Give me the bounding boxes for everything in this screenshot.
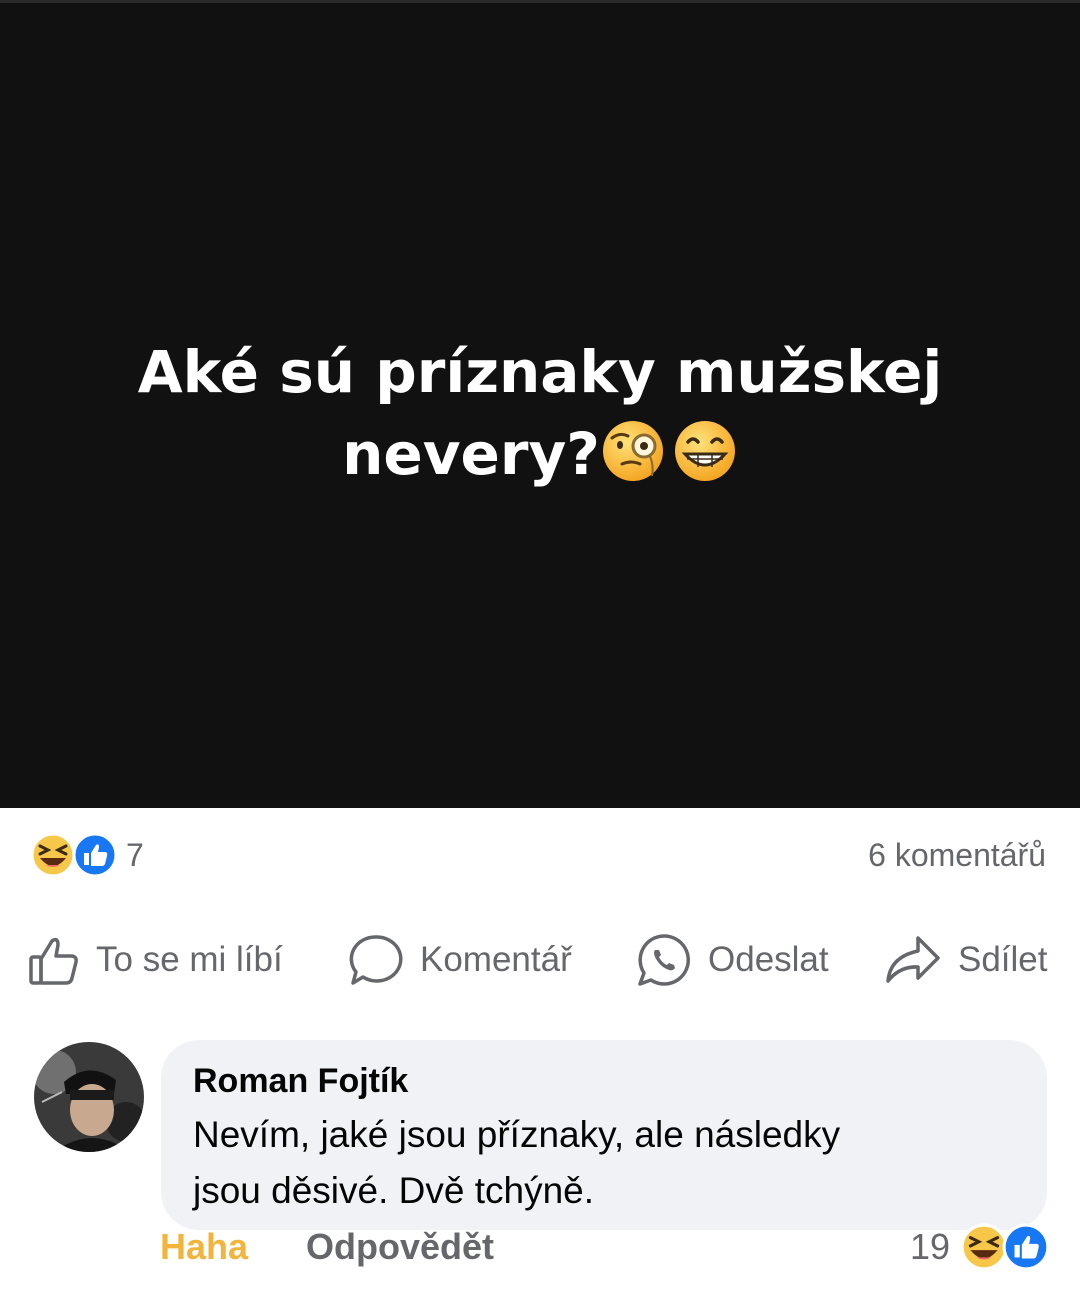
like-button-label: To se mi líbí (96, 940, 283, 979)
post-image[interactable]: Aké sú príznaky mužskej nevery? (0, 0, 1080, 808)
like-icon (1002, 1223, 1050, 1271)
comment-text: Nevím, jaké jsou příznaky, ale následky … (193, 1107, 1015, 1219)
haha-icon (960, 1223, 1008, 1271)
reactions-bar: 7 6 komentářů (30, 832, 1046, 878)
whatsapp-icon (638, 934, 690, 986)
like-button[interactable]: To se mi líbí (28, 930, 283, 990)
face-with-monocle-icon (602, 421, 663, 481)
share-button[interactable]: Sdílet (884, 930, 1048, 990)
haha-icon (30, 832, 76, 878)
grinning-face-icon (674, 421, 735, 481)
reply-button[interactable]: Odpovědět (306, 1226, 494, 1268)
comment-text-line2: jsou děsivé. Dvě tchýně. (193, 1170, 595, 1211)
speech-bubble-icon (349, 935, 403, 985)
reaction-count: 7 (126, 836, 144, 873)
post-reactions[interactable]: 7 (30, 832, 144, 878)
comment-button[interactable]: Komentář (348, 930, 572, 990)
post-text-line1: Aké sú príznaky mužskej (137, 338, 943, 406)
share-arrow-icon (886, 936, 940, 983)
send-button-label: Odeslat (708, 940, 829, 979)
haha-reaction-button[interactable]: Haha (160, 1226, 248, 1268)
post-actions: To se mi líbí Komentář Odeslat Sdílet (0, 930, 1080, 990)
avatar[interactable] (34, 1042, 144, 1152)
post-text-line2: nevery? (342, 420, 600, 488)
share-button-label: Sdílet (958, 940, 1048, 979)
send-whatsapp-button[interactable]: Odeslat (636, 930, 829, 990)
comment-footer: Haha Odpovědět 19 (160, 1222, 1050, 1272)
comment-reactions[interactable]: 19 (910, 1223, 1050, 1271)
comment-bubble[interactable]: Roman Fojtík Nevím, jaké jsou příznaky, … (161, 1040, 1047, 1230)
thumbs-up-icon (29, 937, 78, 985)
comment-text-line1: Nevím, jaké jsou příznaky, ale následky (193, 1114, 841, 1155)
comment-author[interactable]: Roman Fojtík (193, 1062, 1015, 1101)
post-text: Aké sú príznaky mužskej nevery? (90, 331, 990, 495)
like-icon (72, 832, 118, 878)
comment-reaction-count: 19 (909, 1226, 950, 1267)
comments-count-link[interactable]: 6 komentářů (868, 837, 1046, 874)
comment-button-label: Komentář (420, 940, 572, 979)
